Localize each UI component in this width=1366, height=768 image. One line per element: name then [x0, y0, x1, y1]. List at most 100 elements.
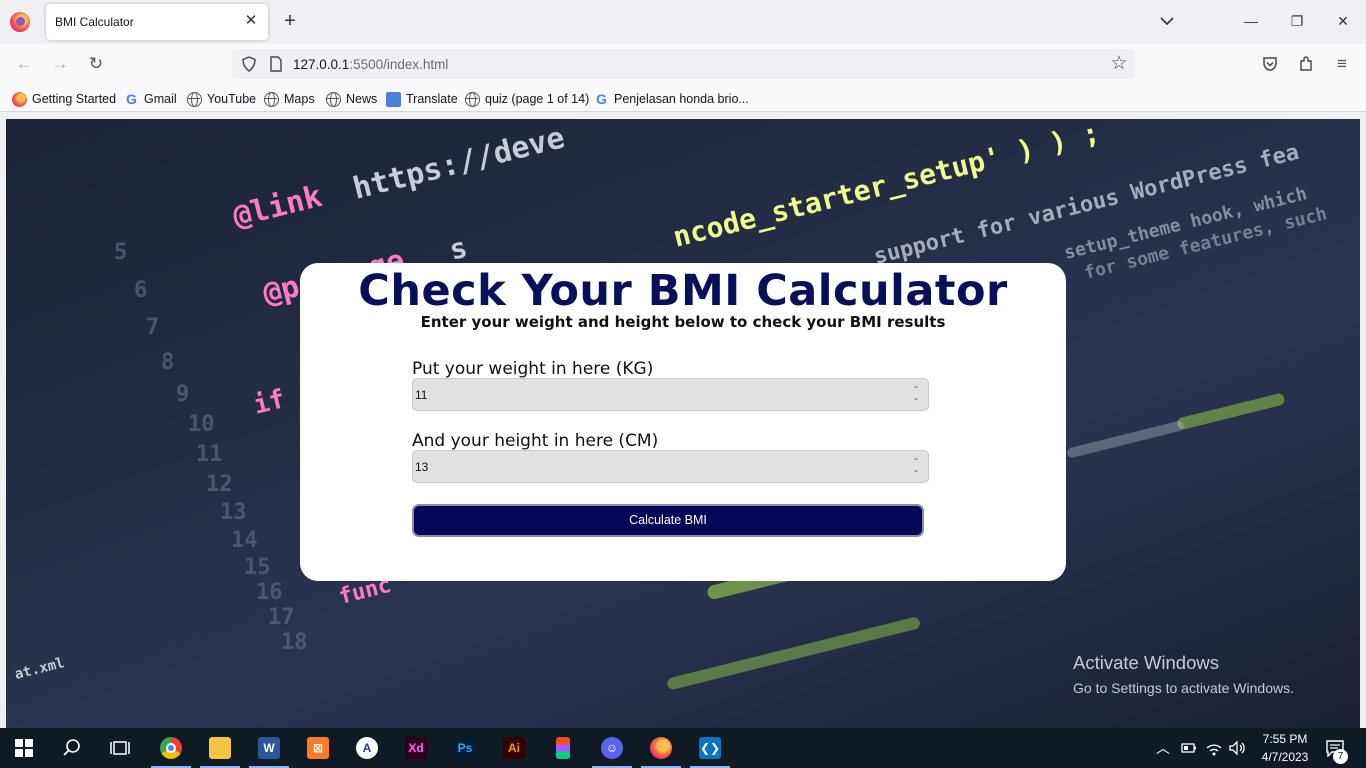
- figma-app[interactable]: [539, 728, 587, 768]
- chevron-down-icon[interactable]: [1158, 12, 1176, 30]
- figma-icon: [556, 737, 570, 759]
- tab-strip: BMI Calculator ✕ + — ❐ ✕: [0, 0, 1366, 44]
- bookmark-penjelasan[interactable]: G Penjelasan honda brio...: [594, 90, 749, 108]
- discord-app[interactable]: ☺: [588, 728, 636, 768]
- bookmark-label: Getting Started: [32, 92, 117, 106]
- reload-button[interactable]: ↻: [86, 54, 106, 74]
- circle-app[interactable]: A: [343, 728, 391, 768]
- svg-text:ncode_starter_setup' ) ) ;: ncode_starter_setup' ) ) ;: [670, 119, 1103, 254]
- word-app[interactable]: W: [245, 728, 293, 768]
- bookmark-maps[interactable]: Maps: [264, 90, 315, 108]
- clock-date[interactable]: 4/7/2023: [1254, 750, 1316, 764]
- bmi-card: Check Your BMI Calculator Enter your wei…: [300, 263, 1066, 581]
- svg-text:5: 5: [114, 240, 127, 265]
- height-label: And your height in here (CM): [412, 431, 659, 451]
- restore-button[interactable]: ❐: [1286, 10, 1308, 32]
- word-icon: W: [258, 737, 280, 759]
- svg-text:18: 18: [281, 630, 308, 655]
- minimize-button[interactable]: —: [1240, 10, 1262, 32]
- close-window-button[interactable]: ✕: [1332, 10, 1354, 32]
- svg-text:12: 12: [206, 472, 233, 497]
- close-tab-icon[interactable]: ✕: [242, 12, 260, 30]
- bookmark-news[interactable]: News: [326, 90, 377, 108]
- google-icon: G: [596, 90, 607, 107]
- globe-icon: [326, 91, 341, 107]
- svg-text:17: 17: [268, 605, 295, 630]
- svg-text:https://deve: https://deve: [349, 120, 568, 206]
- bookmark-gmail[interactable]: G Gmail: [124, 90, 177, 108]
- url-text[interactable]: 127.0.0.1:5500/index.html: [293, 57, 448, 72]
- search-icon[interactable]: [62, 738, 82, 758]
- illustrator-icon: Ai: [503, 737, 525, 759]
- bookmark-getting-started[interactable]: Getting Started: [12, 90, 116, 108]
- globe-icon: [187, 91, 202, 107]
- bookmark-translate[interactable]: Translate: [386, 90, 458, 108]
- tab-bmi-calculator[interactable]: BMI Calculator ✕: [46, 4, 268, 40]
- bookmark-youtube[interactable]: YouTube: [187, 90, 256, 108]
- discord-icon: ☺: [601, 737, 623, 759]
- wifi-icon[interactable]: [1205, 740, 1223, 756]
- chevron-up-icon[interactable]: ︿: [1156, 738, 1170, 758]
- bookmark-quiz[interactable]: quiz (page 1 of 14): [465, 90, 589, 108]
- xampp-icon: ⊠: [307, 737, 329, 759]
- globe-icon: [264, 91, 279, 107]
- navigation-bar: ← → ↻ 127.0.0.1:5500/index.html ☆ ≡: [0, 44, 1366, 84]
- shield-icon[interactable]: [240, 55, 258, 73]
- task-view-icon[interactable]: [110, 738, 130, 758]
- menu-icon[interactable]: ≡: [1332, 54, 1352, 74]
- firefox-icon[interactable]: [10, 12, 30, 32]
- battery-icon[interactable]: [1181, 741, 1197, 755]
- back-button[interactable]: ←: [14, 54, 34, 74]
- google-icon: G: [126, 90, 137, 107]
- illustrator-app[interactable]: Ai: [490, 728, 538, 768]
- vscode-app[interactable]: ❮❯: [686, 728, 734, 768]
- watermark-title: Activate Windows: [1073, 652, 1219, 673]
- svg-text:11: 11: [196, 442, 223, 467]
- page-title: Check Your BMI Calculator: [358, 266, 1008, 316]
- spinner-icon[interactable]: ⌃ ⌄: [911, 386, 921, 404]
- clock-time[interactable]: 7:55 PM: [1254, 732, 1316, 746]
- page-icon[interactable]: [268, 55, 284, 73]
- svg-text:13: 13: [220, 500, 247, 525]
- svg-text:if: if: [250, 384, 288, 421]
- photoshop-app[interactable]: Ps: [441, 728, 489, 768]
- svg-text:at.xml: at.xml: [13, 655, 66, 683]
- firefox-icon: [12, 91, 27, 107]
- spinner-icon[interactable]: ⌃ ⌄: [911, 458, 921, 476]
- weight-input[interactable]: 11 ⌃ ⌄: [412, 378, 929, 411]
- svg-text:16: 16: [256, 580, 283, 605]
- file-explorer-icon: [209, 737, 231, 759]
- chrome-app[interactable]: [147, 728, 195, 768]
- pocket-icon[interactable]: [1261, 55, 1279, 73]
- svg-text:7: 7: [146, 315, 159, 340]
- volume-icon[interactable]: [1228, 740, 1246, 756]
- calculate-bmi-button[interactable]: Calculate BMI: [412, 504, 924, 537]
- forward-button[interactable]: →: [50, 54, 70, 74]
- height-input[interactable]: 13 ⌃ ⌄: [412, 450, 929, 483]
- adobe-xd-app[interactable]: Xd: [392, 728, 440, 768]
- firefox-app[interactable]: [637, 728, 685, 768]
- bookmark-label: Translate: [406, 92, 458, 106]
- svg-text:9: 9: [176, 382, 189, 407]
- file-explorer-app[interactable]: [196, 728, 244, 768]
- xampp-app[interactable]: ⊠: [294, 728, 342, 768]
- bookmark-star-icon[interactable]: ☆: [1108, 53, 1130, 75]
- weight-value: 11: [415, 388, 428, 402]
- new-tab-button[interactable]: +: [280, 11, 300, 31]
- address-bar[interactable]: 127.0.0.1:5500/index.html ☆: [232, 49, 1135, 79]
- photoshop-icon: Ps: [454, 737, 476, 759]
- app-icon: A: [356, 737, 378, 759]
- firefox-icon: [650, 737, 672, 759]
- url-path: :5500/index.html: [349, 57, 449, 72]
- svg-text:15: 15: [244, 555, 271, 580]
- weight-label: Put your weight in here (KG): [412, 359, 654, 379]
- svg-text:@link: @link: [229, 179, 325, 235]
- watermark-subtitle: Go to Settings to activate Windows.: [1073, 680, 1294, 696]
- chrome-icon: [160, 737, 182, 759]
- svg-text:10: 10: [188, 412, 215, 437]
- bookmark-label: News: [346, 92, 378, 106]
- adobe-xd-icon: Xd: [405, 737, 427, 759]
- svg-text:6: 6: [134, 278, 147, 303]
- windows-start-icon[interactable]: [15, 739, 33, 757]
- extensions-icon[interactable]: [1297, 55, 1315, 73]
